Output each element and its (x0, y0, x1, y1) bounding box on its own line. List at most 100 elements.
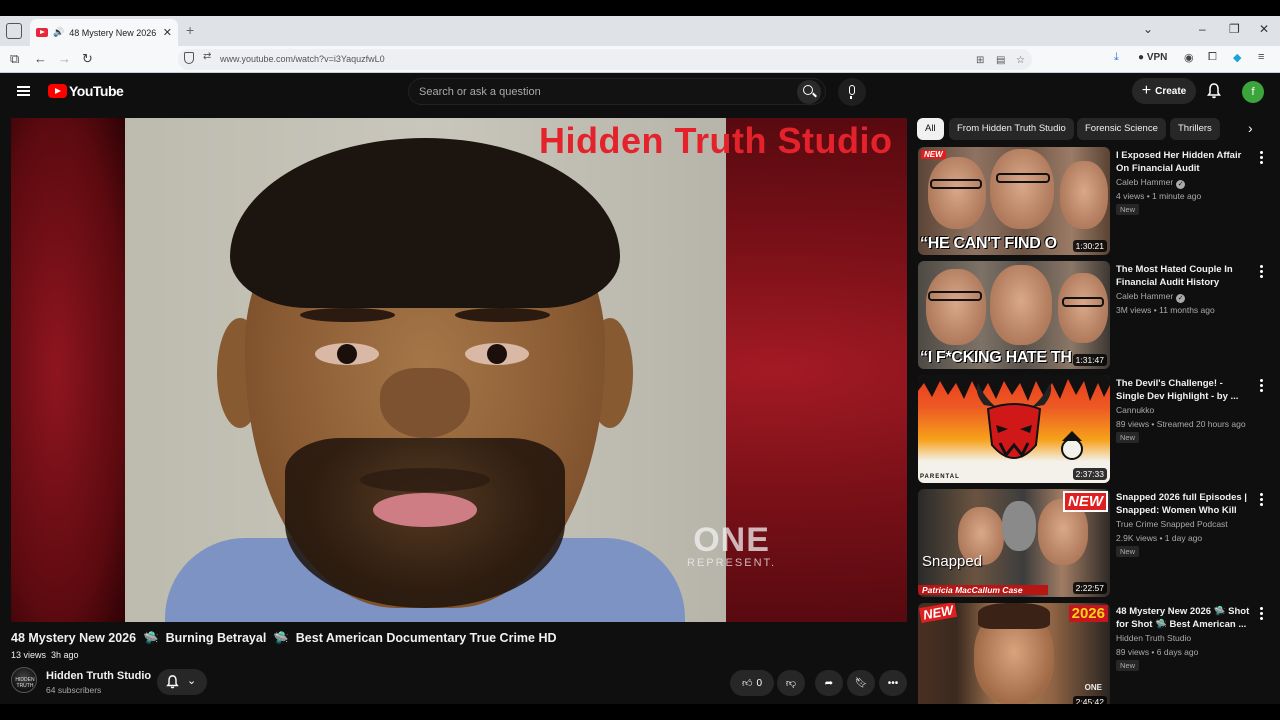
thumbnail-watermark: ONE (1084, 683, 1102, 692)
rec-channel-name: Caleb Hammer (1116, 177, 1174, 187)
guide-menu-icon[interactable] (17, 86, 30, 96)
rec-channel[interactable]: Hidden Truth Studio (1116, 633, 1191, 643)
more-vertical-icon[interactable] (1260, 265, 1264, 279)
new-badge: New (1116, 660, 1140, 671)
youtube-logo-icon[interactable] (48, 84, 67, 98)
duration-badge: 1:31:47 (1072, 354, 1107, 366)
thumbnail[interactable]: NEW “HE CAN'T FIND O 1:30:21 (918, 147, 1110, 255)
mug-brow-right (455, 308, 550, 322)
rec-title[interactable]: The Devil's Challenge! - Single Dev High… (1116, 377, 1250, 403)
upload-age: 3h ago (51, 650, 79, 660)
back-arrow-icon[interactable]: ← (34, 51, 47, 66)
vpn-button[interactable]: ● VPN (1138, 52, 1167, 63)
wallet-icon[interactable]: ◆ (1233, 51, 1241, 64)
subscription-notification-button[interactable]: ⌄ (157, 669, 207, 695)
window-close-icon[interactable]: ✕ (1259, 22, 1269, 36)
rec-title[interactable]: 48 Mystery New 2026 🛸 Shot for Shot 🛸 Be… (1116, 605, 1250, 631)
more-actions-button[interactable]: ••• (879, 670, 907, 696)
recommendation-item[interactable]: NEW “HE CAN'T FIND O 1:30:21 I Exposed H… (918, 147, 1278, 255)
download-icon[interactable]: ⤓ (1114, 51, 1119, 64)
rec-channel[interactable]: True Crime Snapped Podcast (1116, 519, 1228, 529)
forward-arrow-icon[interactable]: → (58, 51, 71, 66)
more-vertical-icon[interactable] (1260, 607, 1264, 621)
new-badge: New (1116, 204, 1140, 215)
browser-tab-active[interactable]: 🔊 48 Mystery New 2026 ✕ (30, 19, 178, 46)
rec-channel[interactable]: Cannukko (1116, 405, 1154, 415)
thumbnail[interactable]: “I F*CKING HATE TH 1:31:47 (918, 261, 1110, 369)
site-info-shield-icon[interactable] (184, 52, 194, 64)
new-tab-icon[interactable]: + (186, 22, 194, 38)
minimize-icon[interactable]: – (1199, 22, 1206, 36)
chip-all[interactable]: All (917, 118, 944, 140)
save-button[interactable]: 🔖︎ (847, 670, 875, 696)
speaker-icon[interactable]: 🔊 (53, 27, 64, 38)
search-input[interactable]: Search or ask a question (408, 78, 826, 105)
rec-title[interactable]: I Exposed Her Hidden Affair On Financial… (1116, 149, 1250, 175)
more-vertical-icon[interactable] (1260, 493, 1264, 507)
url-text: www.youtube.com/watch?v=i3YaquzfwL0 (220, 54, 385, 64)
browser-address-row: ⧉ ← → ↻ ⇄ www.youtube.com/watch?v=i3Yaqu… (0, 46, 1280, 73)
more-vertical-icon[interactable] (1260, 151, 1264, 165)
video-player[interactable]: ONE REPRESENT. Hidden Truth Studio (11, 118, 907, 622)
channel-name[interactable]: Hidden Truth Studio (46, 670, 151, 682)
watermark-sub: REPRESENT. (687, 557, 777, 569)
youtube-logo-text[interactable]: YouTube (69, 83, 124, 99)
thumbnail-caption: “HE CAN'T FIND O (920, 235, 1057, 252)
create-button[interactable]: + Create (1132, 78, 1196, 104)
mug-lips (373, 493, 477, 527)
recommendation-item[interactable]: PARENTAL 2:37:33 The Devil's Challenge! … (918, 375, 1278, 483)
tab-list-icon[interactable] (6, 23, 22, 39)
thumbnail[interactable]: NEW Snapped Patricia MacCallum Case 2:22… (918, 489, 1110, 597)
new-ribbon: NEW (1063, 491, 1108, 512)
chip-fade (1217, 118, 1247, 140)
user-avatar[interactable]: f (1242, 81, 1264, 103)
reader-mode-icon[interactable]: ▤ (996, 55, 1005, 66)
account-icon[interactable]: ◉ (1184, 51, 1194, 64)
channel-avatar[interactable]: HIDDEN TRUTH (11, 667, 37, 693)
rec-channel-name: Caleb Hammer (1116, 291, 1174, 301)
browser-menu-icon[interactable]: ≡ (1258, 51, 1264, 63)
related-filter-chips: All From Hidden Truth Studio Forensic Sc… (917, 118, 1267, 140)
verified-check-icon: ✓ (1176, 180, 1186, 189)
reload-icon[interactable]: ↻ (82, 51, 93, 67)
like-count: 0 (756, 677, 762, 689)
rec-channel-name: Cannukko (1116, 405, 1155, 415)
rec-stats: 89 views • Streamed 20 hours ago (1116, 419, 1246, 429)
site-settings-icon[interactable]: ⇄ (203, 51, 211, 62)
extensions-icon[interactable]: ⧠ (1208, 51, 1217, 64)
tab-close-icon[interactable]: ✕ (163, 26, 172, 39)
thumbnail-caption: PARENTAL (920, 474, 960, 480)
one-represent-watermark: ONE REPRESENT. (687, 523, 776, 569)
thumbnail[interactable]: PARENTAL 2:37:33 (918, 375, 1110, 483)
share-button[interactable]: ➦ (815, 670, 843, 696)
tab-search-chevron-icon[interactable]: ⌄ (1143, 22, 1153, 36)
notifications-bell-icon[interactable] (1207, 83, 1221, 99)
thumbnail[interactable]: NEW 2026 ONE 2:45:42 (918, 603, 1110, 704)
voice-search-button[interactable] (838, 78, 866, 106)
bookmark-star-icon[interactable]: ☆ (1016, 55, 1025, 66)
thumb-glasses (1062, 297, 1104, 307)
chevron-right-icon[interactable]: › (1248, 120, 1253, 136)
ufo-icon: 🛸 (269, 631, 293, 645)
rec-title[interactable]: The Most Hated Couple In Financial Audit… (1116, 263, 1250, 289)
rec-channel[interactable]: Caleb Hammer ✓ (1116, 177, 1186, 189)
recommendation-item[interactable]: NEW Snapped Patricia MacCallum Case 2:22… (918, 489, 1278, 597)
install-app-icon[interactable]: ⊞ (976, 55, 984, 66)
dislike-button[interactable]: 👎︎ (777, 670, 805, 696)
url-path: /watch?v=i3YaquzfwL0 (293, 54, 385, 64)
address-bar[interactable]: ⇄ www.youtube.com/watch?v=i3YaquzfwL0 ⊞ … (178, 49, 1032, 70)
chip-from-channel[interactable]: From Hidden Truth Studio (949, 118, 1074, 140)
chip-forensic-science[interactable]: Forensic Science (1077, 118, 1166, 140)
recommendation-item[interactable]: NEW 2026 ONE 2:45:42 48 Mystery New 2026… (918, 603, 1278, 704)
more-vertical-icon[interactable] (1260, 379, 1264, 393)
like-button[interactable]: 👍︎ 0 (730, 670, 774, 696)
rec-title[interactable]: Snapped 2026 full Episodes | Snapped: Wo… (1116, 491, 1250, 517)
share-icon: ➦ (824, 677, 834, 689)
rec-channel[interactable]: Caleb Hammer ✓ (1116, 291, 1186, 303)
mugshot-image (125, 118, 726, 622)
restore-icon[interactable]: ❐ (1229, 22, 1240, 36)
sidebar-toggle-icon[interactable]: ⧉ (10, 51, 19, 67)
recommendation-item[interactable]: “I F*CKING HATE TH 1:31:47 The Most Hate… (918, 261, 1278, 369)
chip-thrillers[interactable]: Thrillers (1170, 118, 1220, 140)
search-button[interactable] (797, 80, 821, 104)
